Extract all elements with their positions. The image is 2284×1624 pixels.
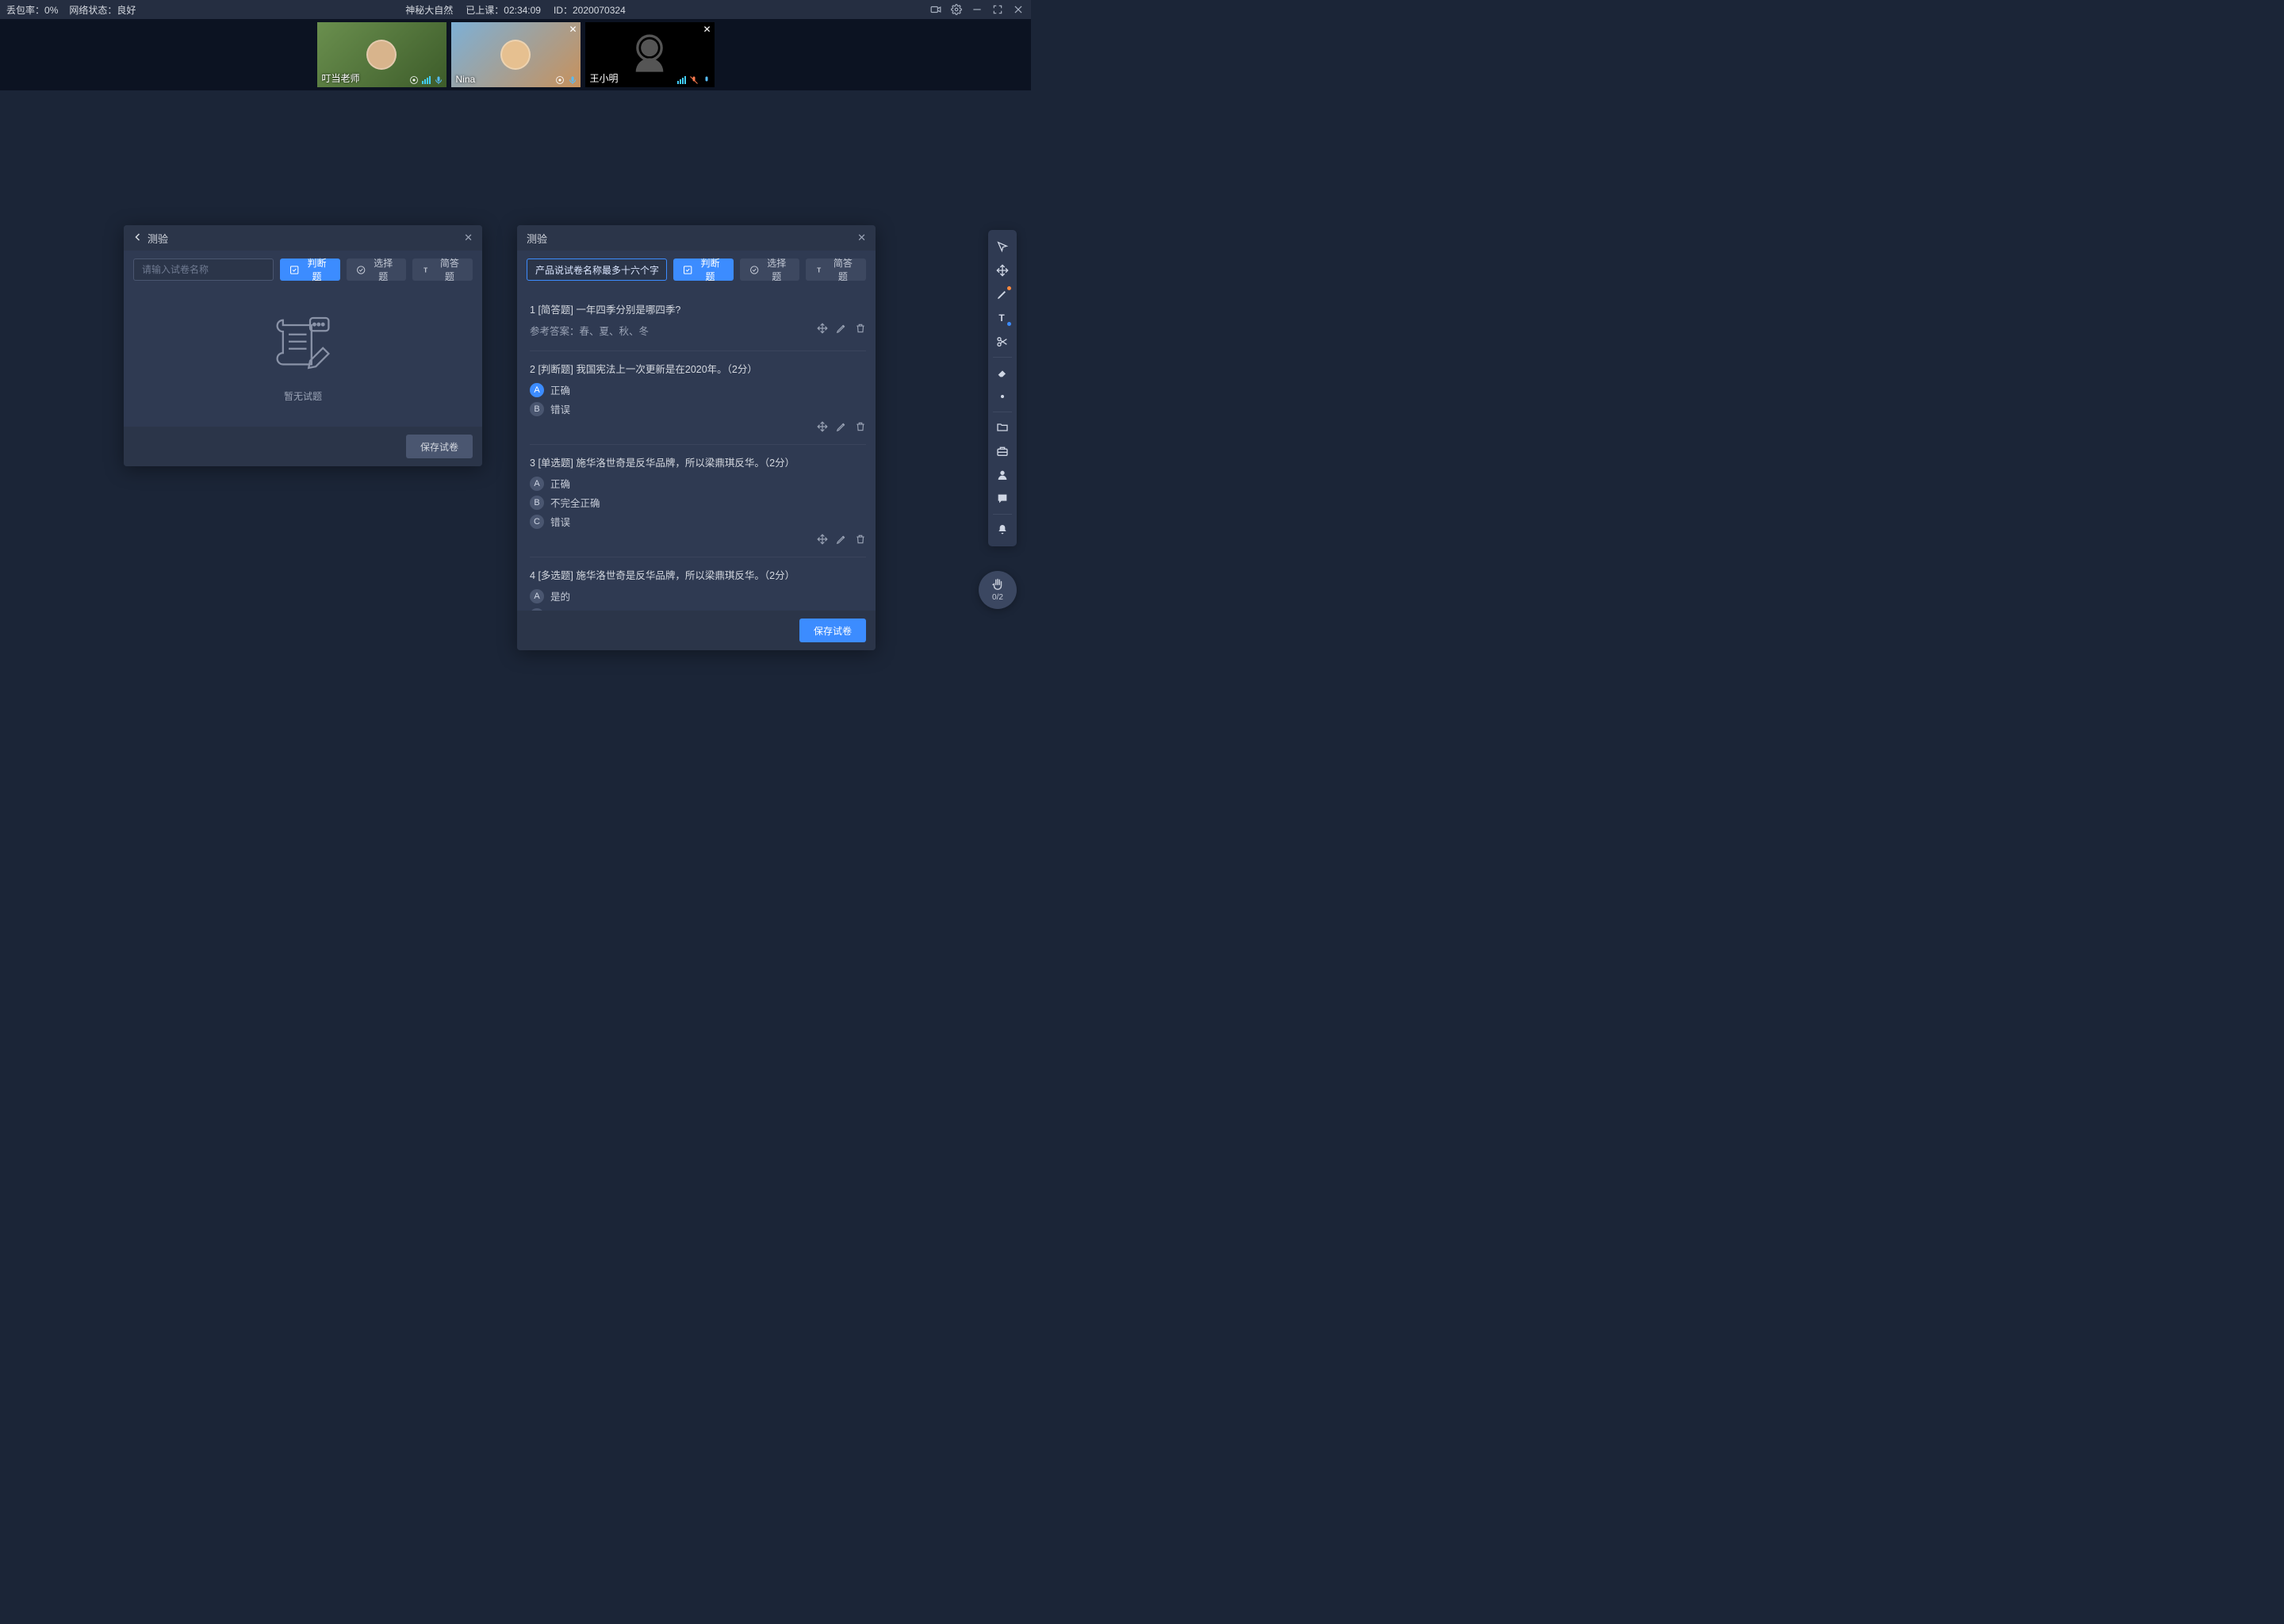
option-letter[interactable]: B [530,402,544,416]
video-tile-teacher[interactable]: 叮当老师 [317,22,446,87]
video-name-label: 叮当老师 [322,71,360,85]
maximize-icon[interactable] [991,3,1004,16]
minimize-icon[interactable] [971,3,983,16]
elapsed-time: 已上课：02:34:09 [466,3,541,17]
video-strip: 叮当老师 ✕ Nina ✕ 王小明 [0,19,1031,90]
network-status: 网络状态：良好 [69,3,136,17]
choice-question-button[interactable]: 选择题 [347,259,407,281]
svg-text:T: T [817,266,821,274]
pen-tool-icon[interactable] [991,282,1014,306]
video-close-icon[interactable]: ✕ [569,24,577,35]
quiz-panel-empty: 测验 ✕ 判断题 选择题 T 简答题 暂无试题 保存试卷 [124,225,482,466]
option-letter[interactable]: C [530,515,544,529]
camera-off-icon [629,34,670,75]
quiz-name-input[interactable] [527,259,667,281]
signal-icon [677,76,686,84]
option-letter[interactable]: A [530,477,544,491]
delete-icon[interactable] [855,534,866,547]
question-item: 1 [简答题] 一年四季分别是哪四季? 参考答案：春、夏、秋、冬 [530,292,866,351]
session-id: ID：2020070324 [554,3,626,17]
question-item: 2 [判断题] 我国宪法上一次更新是在2020年。（2分） A正确 B错误 [530,351,866,445]
settings-icon[interactable] [950,3,963,16]
scissors-tool-icon[interactable] [991,330,1014,354]
video-name-label: 王小明 [590,71,619,85]
side-toolbar: T [988,230,1017,546]
video-close-icon[interactable]: ✕ [703,24,711,35]
folder-icon[interactable] [991,416,1014,439]
top-bar: 丢包率：0% 网络状态：良好 神秘大自然 已上课：02:34:09 ID：202… [0,0,1031,19]
person-icon[interactable] [991,463,1014,487]
judge-question-button[interactable]: 判断题 [673,259,734,281]
option-text: 不完全正确 [550,495,600,510]
option-letter[interactable]: A [530,383,544,397]
packet-loss: 丢包率：0% [6,3,58,17]
empty-quiz-icon [267,313,339,380]
hand-raise-count: 0/2 [992,593,1003,602]
delete-icon[interactable] [855,323,866,334]
question-list[interactable]: 1 [简答题] 一年四季分别是哪四季? 参考答案：春、夏、秋、冬 2 [判断题]… [517,289,876,611]
laser-tool-icon[interactable] [991,385,1014,408]
move-icon[interactable] [817,323,828,334]
short-answer-button[interactable]: T 简答题 [806,259,866,281]
text-tool-icon[interactable]: T [991,306,1014,330]
option-text: 错误 [550,514,570,529]
toolbox-icon[interactable] [991,439,1014,463]
option-letter[interactable]: A [530,589,544,603]
option-text: 是的 [550,588,570,603]
move-icon[interactable] [817,421,828,435]
mic-on-icon [434,75,443,85]
empty-text: 暂无试题 [284,389,322,403]
question-item: 4 [多选题] 施华洛世奇是反华品牌，所以梁鼎琪反华。（2分） A是的 B不完全… [530,557,866,611]
save-quiz-button[interactable]: 保存试卷 [406,435,473,458]
video-tile-student-2[interactable]: ✕ 王小明 [585,22,715,87]
delete-icon[interactable] [855,421,866,435]
signal-icon [422,76,431,84]
chat-icon[interactable] [991,487,1014,511]
quiz-name-input[interactable] [133,259,274,281]
pointer-tool-icon[interactable] [991,235,1014,259]
svg-text:T: T [998,312,1005,324]
judge-question-button[interactable]: 判断题 [280,259,340,281]
svg-text:T: T [423,266,427,274]
option-letter[interactable]: B [530,496,544,510]
video-name-label: Nina [456,74,476,85]
close-icon[interactable]: ✕ [464,232,473,244]
hand-icon [991,578,1005,592]
option-text: 正确 [550,476,570,491]
short-answer-button[interactable]: T 简答题 [412,259,473,281]
choice-question-button[interactable]: 选择题 [740,259,800,281]
close-icon[interactable]: ✕ [857,232,866,244]
move-icon[interactable] [817,534,828,547]
option-text: 正确 [550,382,570,397]
option-text: 错误 [550,401,570,416]
question-item: 3 [单选题] 施华洛世奇是反华品牌，所以梁鼎琪反华。（2分） A正确 B不完全… [530,445,866,557]
close-window-icon[interactable] [1012,3,1025,16]
hand-raise-button[interactable]: 0/2 [979,571,1017,609]
panel-title: 测验 [527,231,547,246]
mic-off-icon [689,75,699,85]
mic-on-icon [568,75,577,85]
move-tool-icon[interactable] [991,259,1014,282]
camera-indicator-icon [409,75,419,85]
camera-indicator-icon [555,75,565,85]
eraser-tool-icon[interactable] [991,361,1014,385]
panel-title: 测验 [148,231,168,246]
edit-icon[interactable] [836,323,847,334]
quiz-panel-filled: 测验 ✕ 判断题 选择题 T 简答题 1 [简答题] 一年四季分别是哪四季? 参 [517,225,876,650]
edit-icon[interactable] [836,534,847,547]
edit-icon[interactable] [836,421,847,435]
mic-on-icon [702,75,711,85]
back-icon[interactable] [133,232,143,244]
save-quiz-button[interactable]: 保存试卷 [799,619,866,642]
course-name: 神秘大自然 [405,3,453,17]
camera-icon[interactable] [929,3,942,16]
bell-icon[interactable] [991,518,1014,542]
video-tile-student-1[interactable]: ✕ Nina [451,22,581,87]
